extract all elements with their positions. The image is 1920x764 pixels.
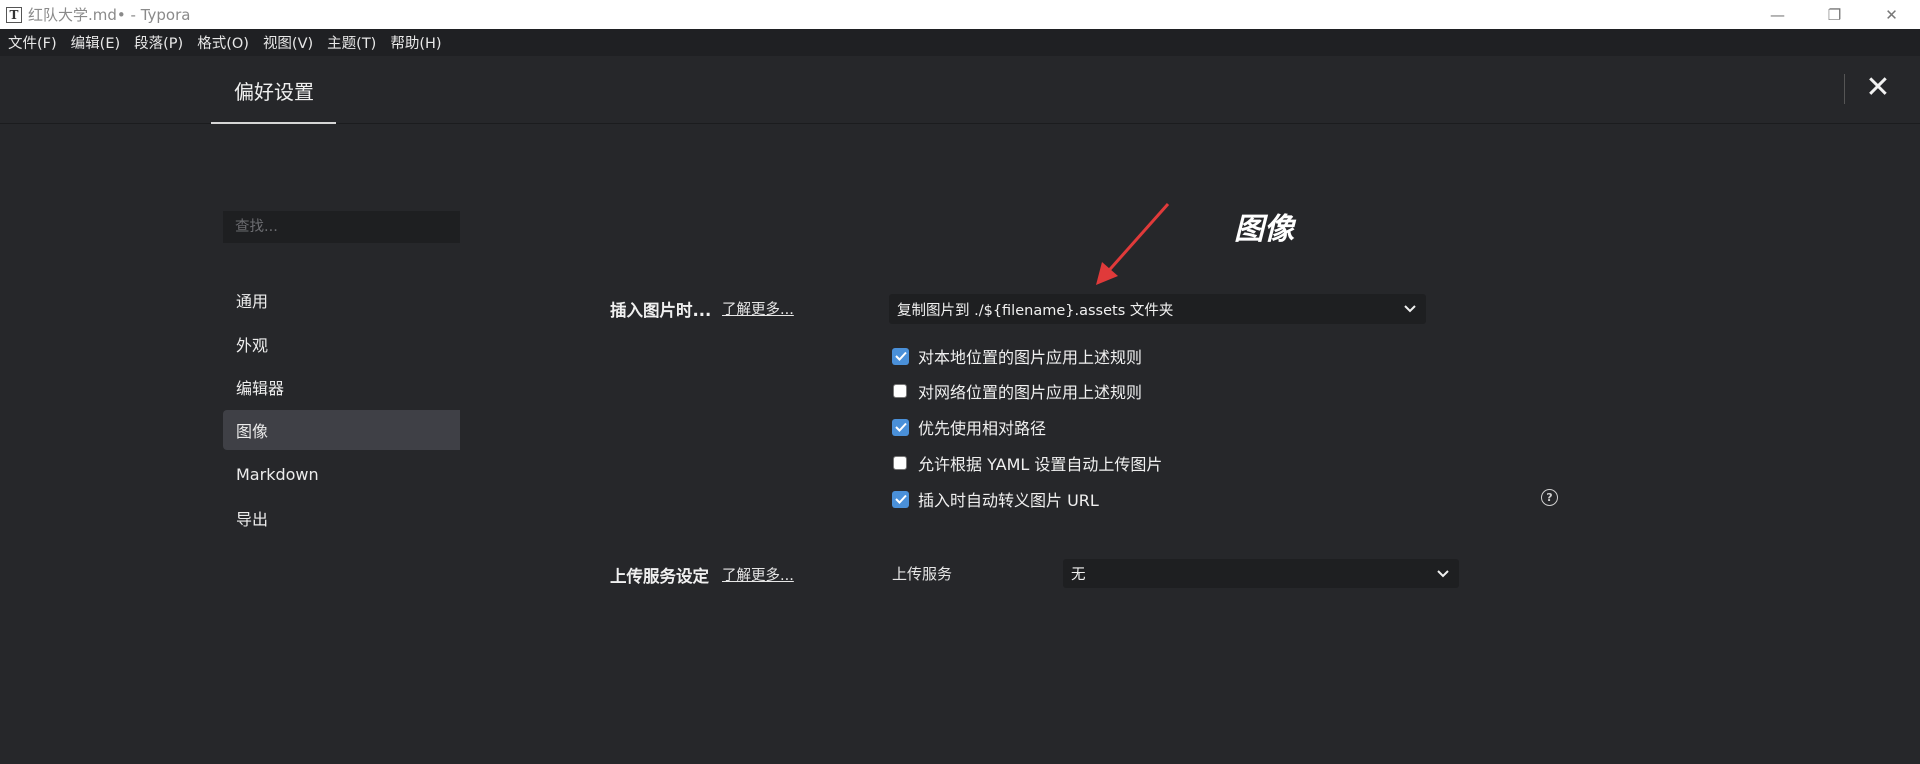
menu-theme[interactable]: 主题(T) <box>327 32 376 53</box>
option-yaml-upload[interactable]: 允许根据 YAML 设置自动上传图片 <box>892 452 1162 474</box>
header-divider <box>1844 74 1845 104</box>
option-label: 允许根据 YAML 设置自动上传图片 <box>918 455 1163 474</box>
window-title: 红队大学.md• - Typora <box>28 6 191 24</box>
sidebar-item-appearance[interactable]: 外观 <box>223 324 460 364</box>
checkbox-unchecked[interactable] <box>893 456 907 470</box>
upload-service-selected-value: 无 <box>1071 567 1086 583</box>
window-controls: — ❐ ✕ <box>1749 0 1920 29</box>
sidebar-item-markdown[interactable]: Markdown <box>223 454 460 494</box>
insert-image-select[interactable]: 复制图片到 ./${filename}.assets 文件夹 <box>889 294 1426 324</box>
menu-file[interactable]: 文件(F) <box>8 32 57 53</box>
option-escape-url[interactable]: 插入时自动转义图片 URL <box>892 488 1099 510</box>
sidebar-item-label: 编辑器 <box>236 379 285 398</box>
checkmark-icon <box>894 422 907 432</box>
checkbox-checked[interactable] <box>892 418 909 436</box>
upload-service-label: 上传服务 <box>892 565 953 583</box>
upload-learn-more-link[interactable]: 了解更多... <box>722 564 794 585</box>
menu-format[interactable]: 格式(O) <box>197 32 249 53</box>
sidebar-item-export[interactable]: 导出 <box>223 498 460 538</box>
option-label: 对网络位置的图片应用上述规则 <box>918 383 1143 402</box>
menu-help[interactable]: 帮助(H) <box>390 32 441 53</box>
sidebar-item-general[interactable]: 通用 <box>223 280 460 320</box>
sidebar-item-label: 图像 <box>236 422 269 441</box>
insert-image-label: 插入图片时... <box>610 301 712 320</box>
annotation-arrow-icon <box>1096 203 1170 285</box>
sidebar-item-label: 导出 <box>236 510 269 529</box>
typora-app-icon: T <box>6 6 22 23</box>
menu-edit[interactable]: 编辑(E) <box>71 32 120 53</box>
insert-learn-more-link[interactable]: 了解更多... <box>722 298 794 319</box>
checkbox-checked[interactable] <box>892 490 909 508</box>
checkmark-icon <box>894 351 907 361</box>
checkbox-unchecked[interactable] <box>893 384 907 398</box>
chevron-down-icon <box>1404 302 1416 316</box>
option-apply-network[interactable]: 对网络位置的图片应用上述规则 <box>892 380 1142 402</box>
sidebar-item-label: 外观 <box>236 336 269 355</box>
chevron-down-icon <box>1437 567 1449 581</box>
minimize-button[interactable]: — <box>1749 0 1806 29</box>
option-label: 对本地位置的图片应用上述规则 <box>918 348 1143 367</box>
sidebar-item-label: Markdown <box>236 464 319 484</box>
window-close-button[interactable]: ✕ <box>1863 0 1920 29</box>
insert-image-selected-value: 复制图片到 ./${filename}.assets 文件夹 <box>897 302 1174 319</box>
help-icon[interactable]: ? <box>1541 489 1558 506</box>
title-bar: T 红队大学.md• - Typora — ❐ ✕ <box>0 0 1920 29</box>
menu-bar: 文件(F) 编辑(E) 段落(P) 格式(O) 视图(V) 主题(T) 帮助(H… <box>0 29 1920 56</box>
title-underline <box>211 122 336 124</box>
upload-service-select[interactable]: 无 <box>1063 559 1459 588</box>
preferences-search-input[interactable] <box>223 211 460 243</box>
restore-button[interactable]: ❐ <box>1806 0 1863 29</box>
option-relative-path[interactable]: 优先使用相对路径 <box>892 416 1046 438</box>
option-apply-local[interactable]: 对本地位置的图片应用上述规则 <box>892 345 1142 367</box>
preferences-title: 偏好设置 <box>234 80 314 104</box>
preferences-header: 偏好设置 ✕ <box>0 56 1920 124</box>
checkmark-icon <box>894 494 907 504</box>
sidebar-item-label: 通用 <box>236 292 269 311</box>
option-label: 优先使用相对路径 <box>918 419 1047 438</box>
section-heading: 图像 <box>1234 212 1294 247</box>
menu-view[interactable]: 视图(V) <box>263 32 313 53</box>
option-label: 插入时自动转义图片 URL <box>918 491 1099 510</box>
checkbox-checked[interactable] <box>892 347 909 365</box>
close-preferences-icon[interactable]: ✕ <box>1864 73 1892 103</box>
upload-service-settings-label: 上传服务设定 <box>610 567 709 586</box>
sidebar-item-image[interactable]: 图像 <box>223 410 460 450</box>
menu-paragraph[interactable]: 段落(P) <box>134 32 183 53</box>
sidebar-item-editor[interactable]: 编辑器 <box>223 367 460 407</box>
